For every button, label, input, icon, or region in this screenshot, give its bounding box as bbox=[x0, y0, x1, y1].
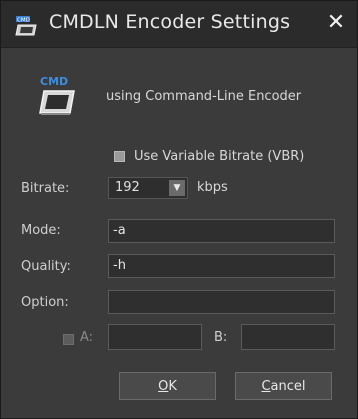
close-button[interactable]: ✕ bbox=[323, 9, 349, 35]
window-title: CMDLN Encoder Settings bbox=[49, 11, 291, 33]
bitrate-label: Bitrate: bbox=[21, 181, 70, 196]
ok-label: K bbox=[168, 378, 177, 394]
cancel-button[interactable]: Cancel bbox=[235, 372, 332, 400]
cmd-encoder-icon: CMD bbox=[39, 75, 75, 115]
ok-button[interactable]: OK bbox=[119, 372, 216, 400]
vbr-option[interactable]: Use Variable Bitrate (VBR) bbox=[114, 149, 304, 164]
bitrate-unit: kbps bbox=[197, 180, 228, 195]
a-label: A: bbox=[80, 330, 94, 345]
bitrate-select[interactable]: 192 ▼ bbox=[108, 177, 188, 199]
quality-label: Quality: bbox=[21, 259, 71, 274]
b-input[interactable] bbox=[241, 324, 335, 350]
option-label: Option: bbox=[21, 295, 69, 310]
chevron-down-icon[interactable]: ▼ bbox=[169, 180, 185, 196]
mode-input[interactable]: -a bbox=[108, 219, 335, 243]
a-input[interactable] bbox=[108, 324, 202, 350]
encoder-settings-dialog: CMD CMDLN Encoder Settings ✕ CMD using C… bbox=[0, 0, 358, 419]
app-icon-text: CMD bbox=[40, 75, 68, 88]
mode-label: Mode: bbox=[21, 223, 61, 238]
cmd-encoder-icon: CMD bbox=[15, 16, 37, 36]
encoder-description: using Command-Line Encoder bbox=[106, 89, 302, 104]
title-bar: CMD CMDLN Encoder Settings ✕ bbox=[1, 1, 357, 48]
b-label: B: bbox=[214, 330, 228, 345]
close-icon: ✕ bbox=[326, 9, 346, 35]
vbr-checkbox[interactable] bbox=[114, 151, 125, 162]
svg-text:CMD: CMD bbox=[17, 18, 30, 24]
vbr-label: Use Variable Bitrate (VBR) bbox=[134, 149, 305, 164]
quality-input[interactable]: -h bbox=[108, 254, 335, 278]
ok-mnemonic: O bbox=[158, 378, 169, 394]
cancel-mnemonic: C bbox=[261, 378, 271, 394]
option-input[interactable] bbox=[108, 290, 335, 314]
cancel-label: ancel bbox=[270, 378, 306, 394]
bitrate-value: 192 bbox=[115, 180, 140, 195]
a-checkbox bbox=[63, 334, 74, 345]
